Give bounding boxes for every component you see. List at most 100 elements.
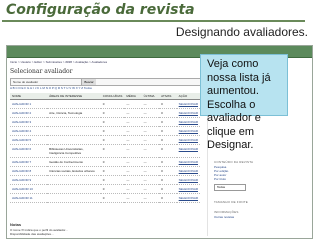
sidebar-select-value: Todos: [217, 185, 226, 189]
last-review: —: [141, 166, 160, 176]
avg-days: —: [124, 126, 142, 136]
last-review: —: [141, 184, 160, 194]
avg-days: —: [124, 157, 142, 167]
table-row: AVALIADOR 7 Gestão do Conhecimento 0— —0 SEL…: [10, 157, 200, 167]
search-button[interactable]: Buscar: [81, 79, 96, 85]
reviewer-table: NOME ÁREAS DE INTERESSE CONCLUÍDAS MÉDIA…: [10, 93, 200, 203]
select-reviewer-link[interactable]: SELECIONAR: [179, 102, 198, 106]
reviewer-interest: [47, 175, 101, 185]
select-reviewer-link[interactable]: SELECIONAR: [179, 111, 198, 115]
last-review: —: [141, 108, 160, 118]
done-count: 0: [100, 126, 125, 136]
avg-days: —: [124, 193, 142, 203]
notes-heading: Notas: [10, 222, 22, 227]
active-count: 0: [159, 184, 177, 194]
done-count: 0: [100, 193, 125, 203]
active-count: 0: [159, 126, 177, 136]
sidebar-link[interactable]: Por título: [214, 177, 228, 181]
done-count: 0: [100, 166, 125, 176]
avg-days: —: [124, 117, 142, 127]
done-count: 0: [100, 135, 125, 145]
reviewer-name[interactable]: AVALIADOR 8: [10, 166, 48, 176]
done-count: 0: [100, 99, 125, 109]
select-reviewer-link[interactable]: SELECIONAR: [179, 169, 198, 173]
alphabet-filter[interactable]: A B C D E F G H I J K L M N O P Q R S T …: [10, 86, 92, 90]
select-reviewer-link[interactable]: SELECIONAR: [179, 120, 198, 124]
last-review: —: [141, 117, 160, 127]
last-review: —: [141, 126, 160, 136]
active-count: 0: [159, 108, 177, 118]
reviewer-interest: Bibliotecas Universitárias, Inteligência…: [47, 144, 101, 158]
reviewer-interest: [47, 135, 101, 145]
table-row: AVALIADOR 11 0— —0 SELECIONAR: [10, 193, 200, 203]
reviewer-interest: [47, 99, 101, 109]
select-reviewer-link[interactable]: SELECIONAR: [179, 147, 198, 151]
slide-subtitle: Designando avaliadores.: [175, 25, 308, 39]
reviewer-name[interactable]: AVALIADOR 10: [10, 184, 48, 194]
sidebar-select[interactable]: Todos: [214, 184, 246, 191]
table-row: AVALIADOR 9 0— —0 SELECIONAR: [10, 175, 200, 185]
avg-days: —: [124, 184, 142, 194]
table-row: AVALIADOR 8 Ciências sociais, Estudos urb…: [10, 166, 200, 176]
active-count: 0: [159, 117, 177, 127]
search-field-select[interactable]: Nome do avaliador: [13, 80, 38, 84]
title-rule: [2, 20, 305, 22]
reviewer-name[interactable]: AVALIADOR 5: [10, 135, 48, 145]
content-links: Pesquisa Por edição Por autor Por título: [214, 165, 228, 181]
last-review: —: [141, 99, 160, 109]
done-count: 0: [100, 144, 125, 158]
last-review: —: [141, 175, 160, 185]
avg-days: —: [124, 135, 142, 145]
active-count: 0: [159, 99, 177, 109]
reviewer-name[interactable]: AVALIADOR 4: [10, 126, 48, 136]
reviewer-name[interactable]: AVALIADOR 9: [10, 175, 48, 185]
active-count: 0: [159, 193, 177, 203]
select-reviewer-link[interactable]: SELECIONAR: [179, 129, 198, 133]
select-reviewer-link[interactable]: SELECIONAR: [179, 178, 198, 182]
reviewer-name[interactable]: AVALIADOR 3: [10, 117, 48, 127]
done-count: 0: [100, 175, 125, 185]
done-count: 0: [100, 108, 125, 118]
select-reviewer-link[interactable]: SELECIONAR: [179, 187, 198, 191]
reviewer-name[interactable]: AVALIADOR 1: [10, 99, 48, 109]
done-count: 0: [100, 117, 125, 127]
avg-days: —: [124, 166, 142, 176]
table-row: AVALIADOR 5 0— —0 SELECIONAR: [10, 135, 200, 145]
slide-title: Configuração da revista: [6, 2, 195, 18]
sidebar-header: INFORMAÇÕES: [214, 210, 239, 214]
callout-note: Veja como nossa lista já aumentou. Escol…: [200, 54, 288, 151]
active-count: 0: [159, 157, 177, 167]
avg-days: —: [124, 108, 142, 118]
sidebar-header: CONTEÚDO DA REVISTA: [214, 160, 254, 164]
reviewer-interest: [47, 117, 101, 127]
table-row: AVALIADOR 10 0— —0 SELECIONAR: [10, 184, 200, 194]
avg-days: —: [124, 175, 142, 185]
reviewer-interest: [47, 193, 101, 203]
avg-days: —: [124, 99, 142, 109]
reviewer-name[interactable]: AVALIADOR 2: [10, 108, 48, 118]
active-count: 0: [159, 166, 177, 176]
avg-days: —: [124, 144, 142, 158]
reviewer-name[interactable]: AVALIADOR 7: [10, 157, 48, 167]
done-count: 0: [100, 157, 125, 167]
breadcrumb[interactable]: Início > Usuário > Editor > Submissões >…: [10, 60, 107, 64]
last-review: —: [141, 144, 160, 158]
reviewer-name[interactable]: AVALIADOR 6: [10, 144, 48, 158]
done-count: 0: [100, 184, 125, 194]
select-reviewer-link[interactable]: SELECIONAR: [179, 196, 198, 200]
active-count: 0: [159, 135, 177, 145]
reviewer-name[interactable]: AVALIADOR 11: [10, 193, 48, 203]
reviewer-interest: Gestão do Conhecimento: [47, 157, 101, 167]
reviewer-interest: [47, 184, 101, 194]
reviewer-interest: Arte, Ciência, Tecnologia: [47, 108, 101, 118]
reviewer-interest: Ciências sociais, Estudos urbanos: [47, 166, 101, 176]
last-review: —: [141, 157, 160, 167]
info-links: Outras revistas: [214, 215, 234, 219]
select-reviewer-link[interactable]: SELECIONAR: [179, 160, 198, 164]
select-reviewer-link[interactable]: SELECIONAR: [179, 138, 198, 142]
active-count: 0: [159, 175, 177, 185]
table-row: AVALIADOR 4 0— —0 SELECIONAR: [10, 126, 200, 136]
last-review: —: [141, 193, 160, 203]
sidebar-link[interactable]: Outras revistas: [214, 215, 234, 219]
reviewer-interest: [47, 126, 101, 136]
